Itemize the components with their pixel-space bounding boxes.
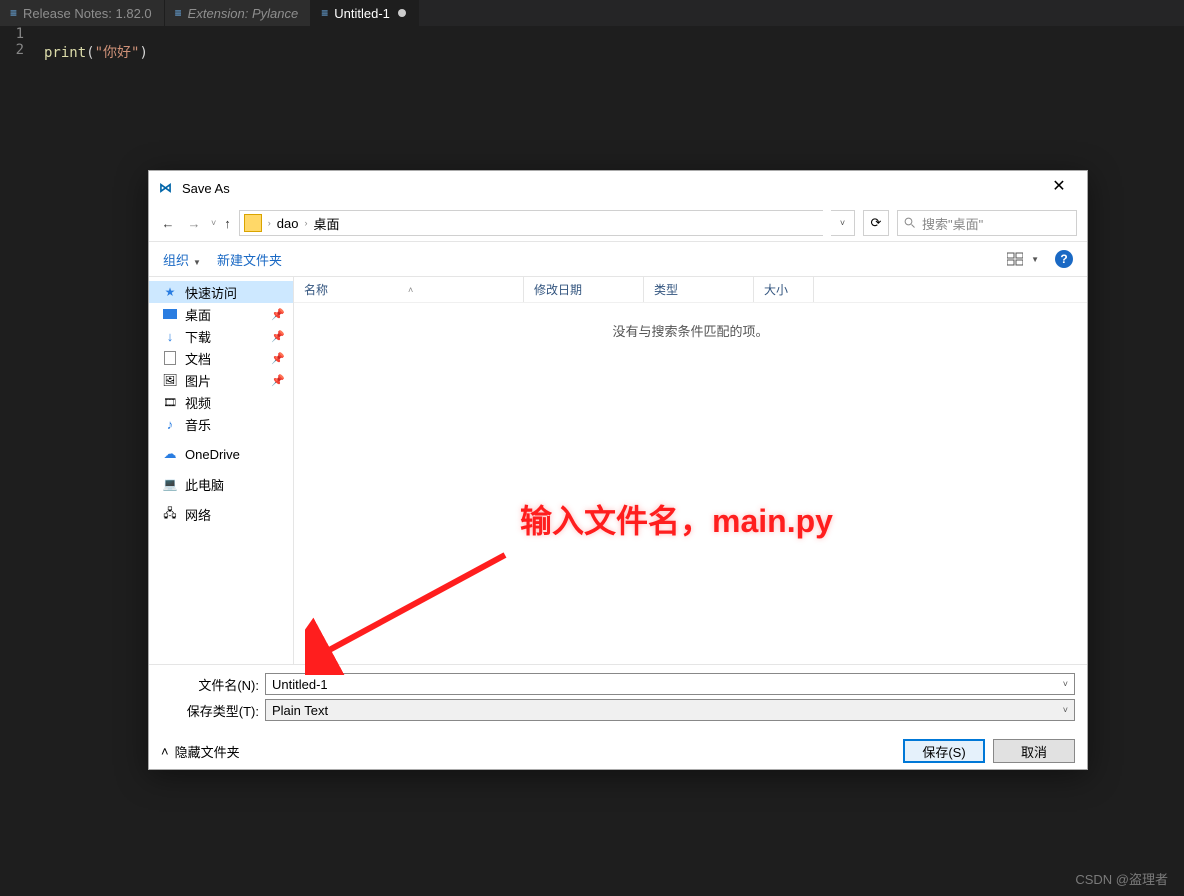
annotation-arrow [305,545,515,675]
breadcrumb-dropdown[interactable]: ˅ [831,210,855,236]
dialog-titlebar[interactable]: ⋈ Save As ✕ [149,171,1087,205]
refresh-button[interactable]: ⟳ [863,210,889,236]
new-folder-button[interactable]: 新建文件夹 [217,250,282,269]
document-icon [161,350,179,366]
sidebar-item-videos[interactable]: 视频 [149,391,293,413]
save-type-select[interactable]: Plain Text ˅ [265,699,1075,721]
file-icon: ≡ [321,6,328,20]
nav-back-button[interactable]: ← [159,216,177,231]
star-icon [161,284,179,300]
filename-value: Untitled-1 [272,677,328,692]
pin-icon: 📌 [271,374,285,387]
hide-folders-link[interactable]: ˄ 隐藏文件夹 [161,742,240,761]
cloud-icon [161,446,179,462]
search-icon [904,217,916,229]
code-string: "你好" [95,45,140,61]
organize-menu[interactable]: 组织▼ [163,250,201,269]
chevron-down-icon[interactable]: ˅ [1063,705,1068,715]
sidebar: 快速访问 桌面 📌 下载 📌 文档 📌 图片 📌 [149,277,294,664]
desktop-icon [161,306,179,322]
chevron-right-icon: › [304,218,307,228]
column-headers: 名称 ˄ 修改日期 类型 大小 [294,277,1087,303]
breadcrumb[interactable]: › dao › 桌面 [239,210,823,236]
tab-label: Untitled-1 [334,6,390,21]
code-area[interactable]: print("你好") [36,26,148,62]
folder-icon [244,214,262,232]
tab-untitled[interactable]: ≡ Untitled-1 [311,0,419,26]
filename-field[interactable]: Untitled-1 ˅ [265,673,1075,695]
editor-tab-bar: ≡ Release Notes: 1.82.0 ≡ Extension: Pyl… [0,0,1184,26]
cancel-button[interactable]: 取消 [993,739,1075,763]
vscode-icon: ⋈ [159,180,172,196]
nav-forward-button[interactable]: → [185,216,203,231]
line-gutter: 1 2 [0,26,36,62]
column-type[interactable]: 类型 [644,277,754,302]
pin-icon: 📌 [271,352,285,365]
column-date[interactable]: 修改日期 [524,277,644,302]
pin-icon: 📌 [271,308,285,321]
view-icon [1007,252,1023,266]
sidebar-item-quick-access[interactable]: 快速访问 [149,281,293,303]
filename-label: 文件名(N): [161,675,259,694]
pin-icon: 📌 [271,330,285,343]
sidebar-item-desktop[interactable]: 桌面 📌 [149,303,293,325]
sidebar-item-music[interactable]: 音乐 [149,413,293,435]
sidebar-item-pictures[interactable]: 图片 📌 [149,369,293,391]
dirty-indicator-icon [398,9,406,17]
breadcrumb-segment[interactable]: 桌面 [313,214,339,233]
breadcrumb-segment[interactable]: dao [277,216,299,231]
tab-release-notes[interactable]: ≡ Release Notes: 1.82.0 [0,0,165,26]
file-icon: ≡ [10,6,17,20]
help-button[interactable]: ? [1055,250,1073,268]
column-name[interactable]: 名称 ˄ [294,277,524,302]
chevron-up-icon: ˄ [161,744,169,759]
sidebar-item-network[interactable]: 网络 [149,503,293,525]
chevron-down-icon[interactable]: ˅ [1063,679,1068,689]
sidebar-item-documents[interactable]: 文档 📌 [149,347,293,369]
tab-extension-pylance[interactable]: ≡ Extension: Pylance [165,0,312,26]
close-button[interactable]: ✕ [1041,174,1077,202]
download-icon [161,328,179,344]
sidebar-item-downloads[interactable]: 下载 📌 [149,325,293,347]
network-icon [161,506,179,522]
type-value: Plain Text [272,703,328,718]
editor[interactable]: 1 2 print("你好") [0,26,1184,62]
pc-icon [161,476,179,492]
file-icon: ≡ [175,6,182,20]
type-label: 保存类型(T): [161,701,259,720]
tab-label: Extension: Pylance [188,6,299,21]
tab-label: Release Notes: 1.82.0 [23,6,152,21]
save-button[interactable]: 保存(S) [903,739,985,763]
search-input[interactable]: 搜索"桌面" [897,210,1077,236]
column-size[interactable]: 大小 [754,277,814,302]
chevron-right-icon: › [268,218,271,228]
videos-icon [161,394,179,410]
view-menu[interactable]: ▼ [1007,252,1039,266]
sidebar-item-this-pc[interactable]: 此电脑 [149,473,293,495]
sidebar-item-onedrive[interactable]: OneDrive [149,443,293,465]
nav-history-dropdown[interactable]: ˅ [211,218,216,228]
code-fn: print [44,45,86,61]
empty-state: 没有与搜索条件匹配的项。 [294,321,1087,340]
save-as-dialog: ⋈ Save As ✕ ← → ˅ ↑ › dao › 桌面 ˅ ⟳ 搜索"桌面… [148,170,1088,770]
pictures-icon [161,372,179,388]
dialog-title: Save As [182,181,230,196]
watermark: CSDN @盗理者 [1075,869,1168,888]
music-icon [161,416,179,432]
annotation-text: 输入文件名，main.py [520,496,833,542]
search-placeholder: 搜索"桌面" [922,214,983,233]
nav-up-button[interactable]: ↑ [224,216,231,231]
sort-asc-icon: ˄ [408,285,413,295]
